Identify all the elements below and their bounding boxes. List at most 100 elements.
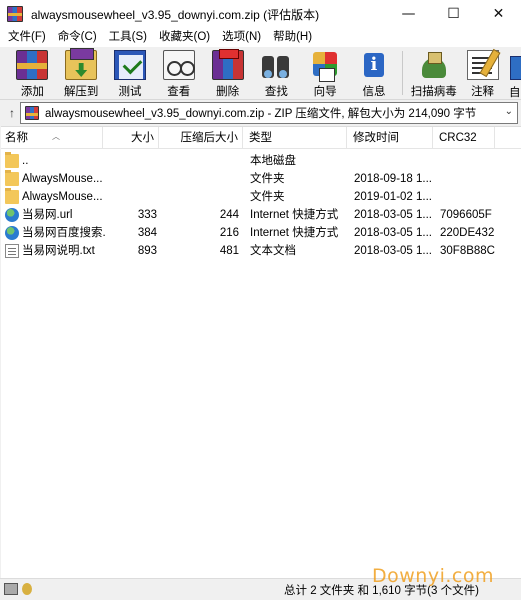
menu-bar: 文件(F) 命令(C) 工具(S) 收藏夹(O) 选项(N) 帮助(H) — [0, 28, 521, 47]
file-packed — [161, 170, 239, 188]
site-watermark: Downyi.com — [372, 565, 494, 587]
file-type: 本地磁盘 — [250, 155, 296, 167]
chevron-down-icon[interactable]: ⌄ — [505, 106, 513, 117]
toolbar-view-label: 查看 — [167, 86, 191, 98]
file-row-parent[interactable]: .. 本地磁盘 — [1, 152, 521, 170]
menu-options[interactable]: 选项(N) — [216, 28, 267, 47]
column-header-crc[interactable]: CRC32 — [433, 127, 495, 149]
column-header-row: 名称 ︿ 大小 压缩后大小 类型 修改时间 CRC32 — [1, 127, 521, 149]
toolbar-delete-label: 删除 — [216, 86, 240, 98]
menu-commands[interactable]: 命令(C) — [52, 28, 103, 47]
test-icon — [113, 50, 146, 80]
find-icon — [260, 50, 292, 80]
file-type: Internet 快捷方式 — [250, 227, 339, 239]
file-row[interactable]: AlwaysMouse... 文件夹 2018-09-18 1... — [1, 170, 521, 188]
archive-icon — [25, 106, 39, 120]
file-crc: 7096605F — [440, 209, 492, 221]
address-bar: ↑ alwaysmousewheel_v3.95_downyi.com.zip … — [0, 101, 521, 125]
key-icon[interactable] — [22, 583, 32, 595]
up-folder-button[interactable]: ↑ — [4, 105, 20, 121]
file-crc: 220DE432 — [440, 227, 495, 239]
internet-shortcut-icon — [5, 208, 19, 222]
toolbar-add-button[interactable]: 添加 — [8, 47, 57, 99]
toolbar-view-button[interactable]: 查看 — [154, 47, 203, 99]
address-path: alwaysmousewheel_v3.95_downyi.com.zip - … — [45, 108, 477, 120]
menu-favorites[interactable]: 收藏夹(O) — [153, 28, 216, 47]
sfx-icon — [507, 50, 521, 81]
comment-icon — [466, 50, 499, 80]
toolbar-find-button[interactable]: 查找 — [252, 47, 301, 99]
file-type: Internet 快捷方式 — [250, 209, 339, 221]
file-packed — [161, 152, 239, 170]
file-row[interactable]: AlwaysMouse... 文件夹 2019-01-02 1... — [1, 188, 521, 206]
column-header-size[interactable]: 大小 — [103, 127, 159, 149]
info-icon — [357, 50, 390, 80]
file-row[interactable]: 当易网说明.txt 893 481 文本文档 2018-03-05 1... 3… — [1, 242, 521, 260]
file-type: 文本文档 — [250, 245, 296, 257]
toolbar: 添加 解压到 测试 查看 删除 查找 向导 信息 扫描病毒 注释 自 — [0, 47, 521, 100]
wizard-icon — [309, 50, 341, 82]
toolbar-test-button[interactable]: 测试 — [106, 47, 155, 99]
toolbar-delete-button[interactable]: 删除 — [203, 47, 252, 99]
toolbar-comment-button[interactable]: 注释 — [458, 47, 507, 99]
view-icon — [162, 50, 195, 80]
file-modified: 2019-01-02 1... — [354, 191, 433, 203]
maximize-button[interactable]: ☐ — [431, 0, 476, 28]
file-size — [105, 152, 157, 170]
file-packed — [161, 188, 239, 206]
file-name: .. — [22, 155, 29, 167]
folder-icon — [5, 188, 19, 204]
close-button[interactable]: ✕ — [476, 0, 521, 28]
toolbar-wizard-label: 向导 — [313, 86, 337, 98]
file-modified: 2018-03-05 1... — [354, 209, 433, 221]
file-row[interactable]: 当易网百度搜索... 384 216 Internet 快捷方式 2018-03… — [1, 224, 521, 242]
toolbar-info-button[interactable]: 信息 — [350, 47, 399, 99]
file-size: 384 — [137, 227, 157, 239]
file-packed: 244 — [219, 209, 239, 221]
internet-shortcut-icon — [5, 226, 19, 240]
window-title: alwaysmousewheel_v3.95_downyi.com.zip (评… — [31, 7, 320, 22]
menu-tools[interactable]: 工具(S) — [103, 28, 153, 47]
file-size: 893 — [137, 245, 157, 257]
scan-icon — [418, 50, 450, 80]
winrar-app-icon — [7, 6, 23, 22]
column-header-packed[interactable]: 压缩后大小 — [159, 127, 243, 149]
file-crc — [440, 152, 520, 170]
toolbar-extract-button[interactable]: 解压到 — [57, 47, 106, 99]
toolbar-sfx-button[interactable]: 自 — [507, 47, 521, 99]
sort-ascending-icon: ︿ — [52, 132, 60, 141]
toolbar-scan-button[interactable]: 扫描病毒 — [409, 47, 458, 99]
window-controls: — ☐ ✕ — [386, 0, 521, 28]
file-size — [105, 170, 157, 188]
column-header-name[interactable]: 名称 ︿ — [1, 127, 103, 149]
toolbar-wizard-button[interactable]: 向导 — [301, 47, 350, 99]
title-bar: alwaysmousewheel_v3.95_downyi.com.zip (评… — [0, 0, 521, 28]
file-packed: 216 — [219, 227, 239, 239]
file-name: 当易网说明.txt — [22, 245, 95, 257]
toolbar-find-label: 查找 — [264, 86, 288, 98]
file-name: 当易网.url — [22, 209, 73, 221]
folder-icon — [5, 152, 19, 168]
file-crc — [440, 188, 520, 206]
toolbar-separator — [402, 51, 404, 95]
file-modified — [354, 152, 434, 170]
menu-help[interactable]: 帮助(H) — [267, 28, 318, 47]
add-icon — [16, 50, 49, 80]
drive-icon[interactable] — [4, 583, 18, 595]
toolbar-info-label: 信息 — [362, 86, 386, 98]
file-modified: 2018-03-05 1... — [354, 227, 433, 239]
file-list[interactable]: 名称 ︿ 大小 压缩后大小 类型 修改时间 CRC32 .. 本地磁盘 Alwa… — [1, 126, 521, 578]
column-name-label: 名称 — [5, 132, 28, 144]
file-name: 当易网百度搜索... — [22, 227, 105, 239]
file-row[interactable]: 当易网.url 333 244 Internet 快捷方式 2018-03-05… — [1, 206, 521, 224]
column-header-modified[interactable]: 修改时间 — [347, 127, 433, 149]
file-crc: 30F8B88C — [440, 245, 495, 257]
column-header-type[interactable]: 类型 — [243, 127, 347, 149]
toolbar-comment-label: 注释 — [471, 86, 495, 98]
minimize-button[interactable]: — — [386, 0, 431, 28]
file-name: AlwaysMouse... — [22, 173, 103, 185]
menu-file[interactable]: 文件(F) — [2, 28, 52, 47]
toolbar-sfx-label: 自 — [508, 86, 519, 99]
address-field[interactable]: alwaysmousewheel_v3.95_downyi.com.zip - … — [20, 102, 518, 124]
toolbar-scan-label: 扫描病毒 — [410, 86, 457, 98]
